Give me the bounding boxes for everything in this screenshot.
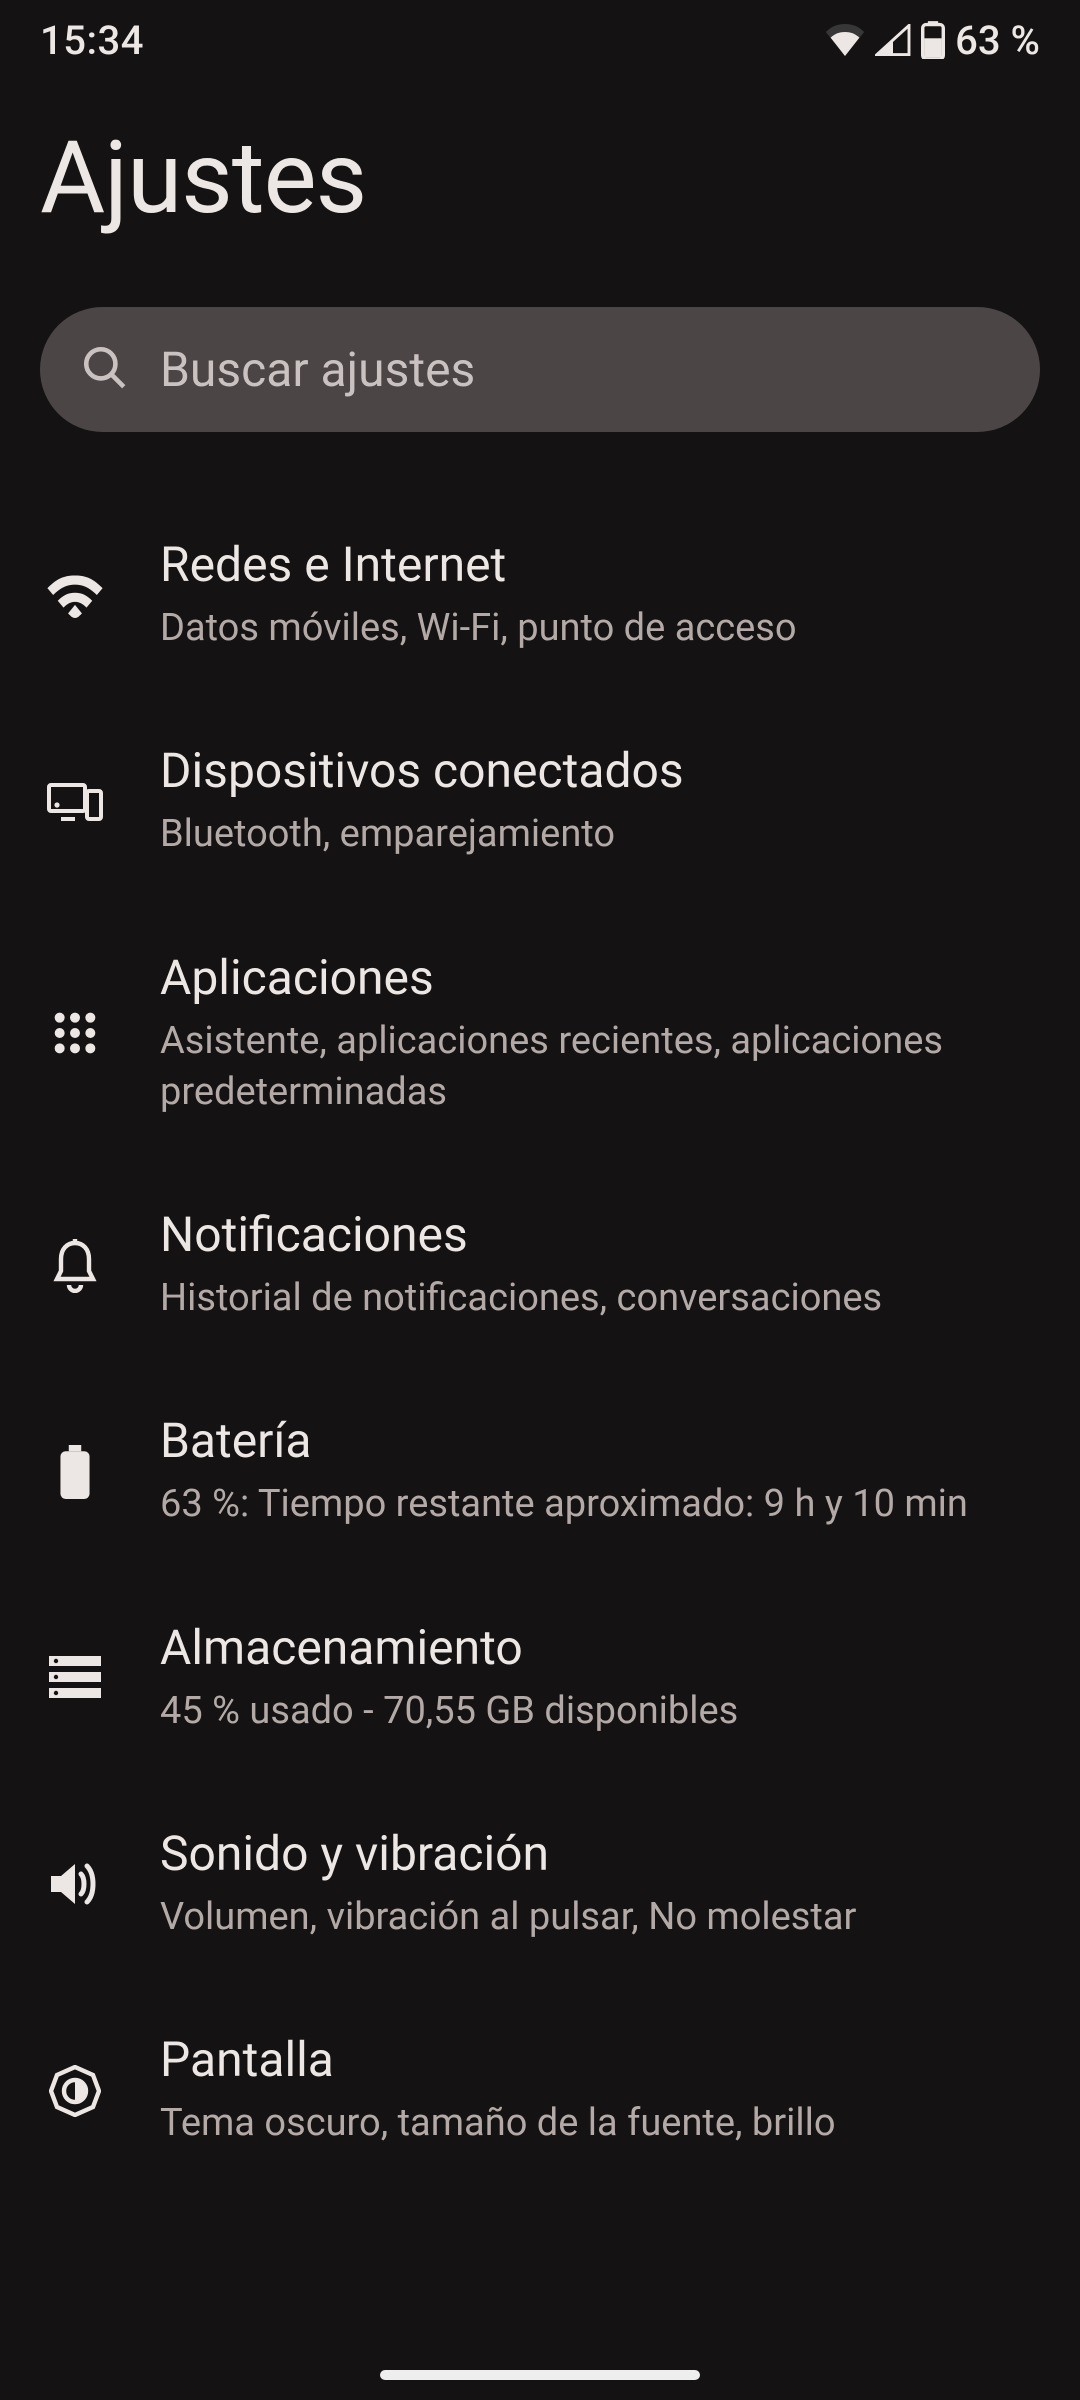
page-title: Ajustes — [0, 80, 1080, 307]
volume-icon — [40, 1849, 110, 1919]
signal-status-icon — [875, 24, 911, 56]
item-subtitle: Tema oscuro, tamaño de la fuente, brillo — [160, 2098, 1040, 2149]
item-subtitle: Historial de notificaciones, conversacio… — [160, 1273, 1040, 1324]
item-storage[interactable]: Almacenamiento 45 % usado - 70,55 GB dis… — [40, 1575, 1040, 1781]
battery-icon — [40, 1437, 110, 1507]
status-right: 63 % — [825, 17, 1040, 64]
item-connected-devices[interactable]: Dispositivos conectados Bluetooth, empar… — [40, 698, 1040, 904]
search-bar[interactable]: Buscar ajustes — [40, 307, 1040, 432]
item-subtitle: 45 % usado - 70,55 GB disponibles — [160, 1686, 1040, 1737]
item-title: Batería — [160, 1412, 1040, 1469]
item-title: Aplicaciones — [160, 949, 1040, 1006]
brightness-icon — [40, 2056, 110, 2126]
storage-icon — [40, 1643, 110, 1713]
item-subtitle: 63 %: Tiempo restante aproximado: 9 h y … — [160, 1479, 1040, 1530]
status-bar: 15:34 63 % — [0, 0, 1080, 80]
item-battery[interactable]: Batería 63 %: Tiempo restante aproximado… — [40, 1368, 1040, 1574]
item-title: Almacenamiento — [160, 1619, 1040, 1676]
item-notifications[interactable]: Notificaciones Historial de notificacion… — [40, 1162, 1040, 1368]
bell-icon — [40, 1230, 110, 1300]
item-network[interactable]: Redes e Internet Datos móviles, Wi-Fi, p… — [40, 492, 1040, 698]
search-icon — [80, 343, 130, 397]
wifi-status-icon — [825, 24, 865, 56]
item-title: Redes e Internet — [160, 536, 1040, 593]
item-subtitle: Asistente, aplicaciones recientes, aplic… — [160, 1016, 1040, 1119]
settings-list: Redes e Internet Datos móviles, Wi-Fi, p… — [0, 492, 1080, 2194]
item-title: Pantalla — [160, 2031, 1040, 2088]
item-title: Sonido y vibración — [160, 1825, 1040, 1882]
apps-icon — [40, 998, 110, 1068]
item-subtitle: Datos móviles, Wi-Fi, punto de acceso — [160, 603, 1040, 654]
devices-icon — [40, 766, 110, 836]
item-apps[interactable]: Aplicaciones Asistente, aplicaciones rec… — [40, 905, 1040, 1163]
item-subtitle: Volumen, vibración al pulsar, No molesta… — [160, 1892, 1040, 1943]
battery-percentage: 63 % — [955, 17, 1040, 64]
search-placeholder: Buscar ajustes — [160, 341, 475, 398]
battery-status-icon — [921, 21, 945, 59]
item-title: Dispositivos conectados — [160, 742, 1040, 799]
item-sound[interactable]: Sonido y vibración Volumen, vibración al… — [40, 1781, 1040, 1987]
item-display[interactable]: Pantalla Tema oscuro, tamaño de la fuent… — [40, 1987, 1040, 2193]
status-time: 15:34 — [40, 17, 144, 64]
item-title: Notificaciones — [160, 1206, 1040, 1263]
wifi-icon — [40, 560, 110, 630]
nav-handle[interactable] — [380, 2370, 700, 2380]
item-subtitle: Bluetooth, emparejamiento — [160, 809, 1040, 860]
